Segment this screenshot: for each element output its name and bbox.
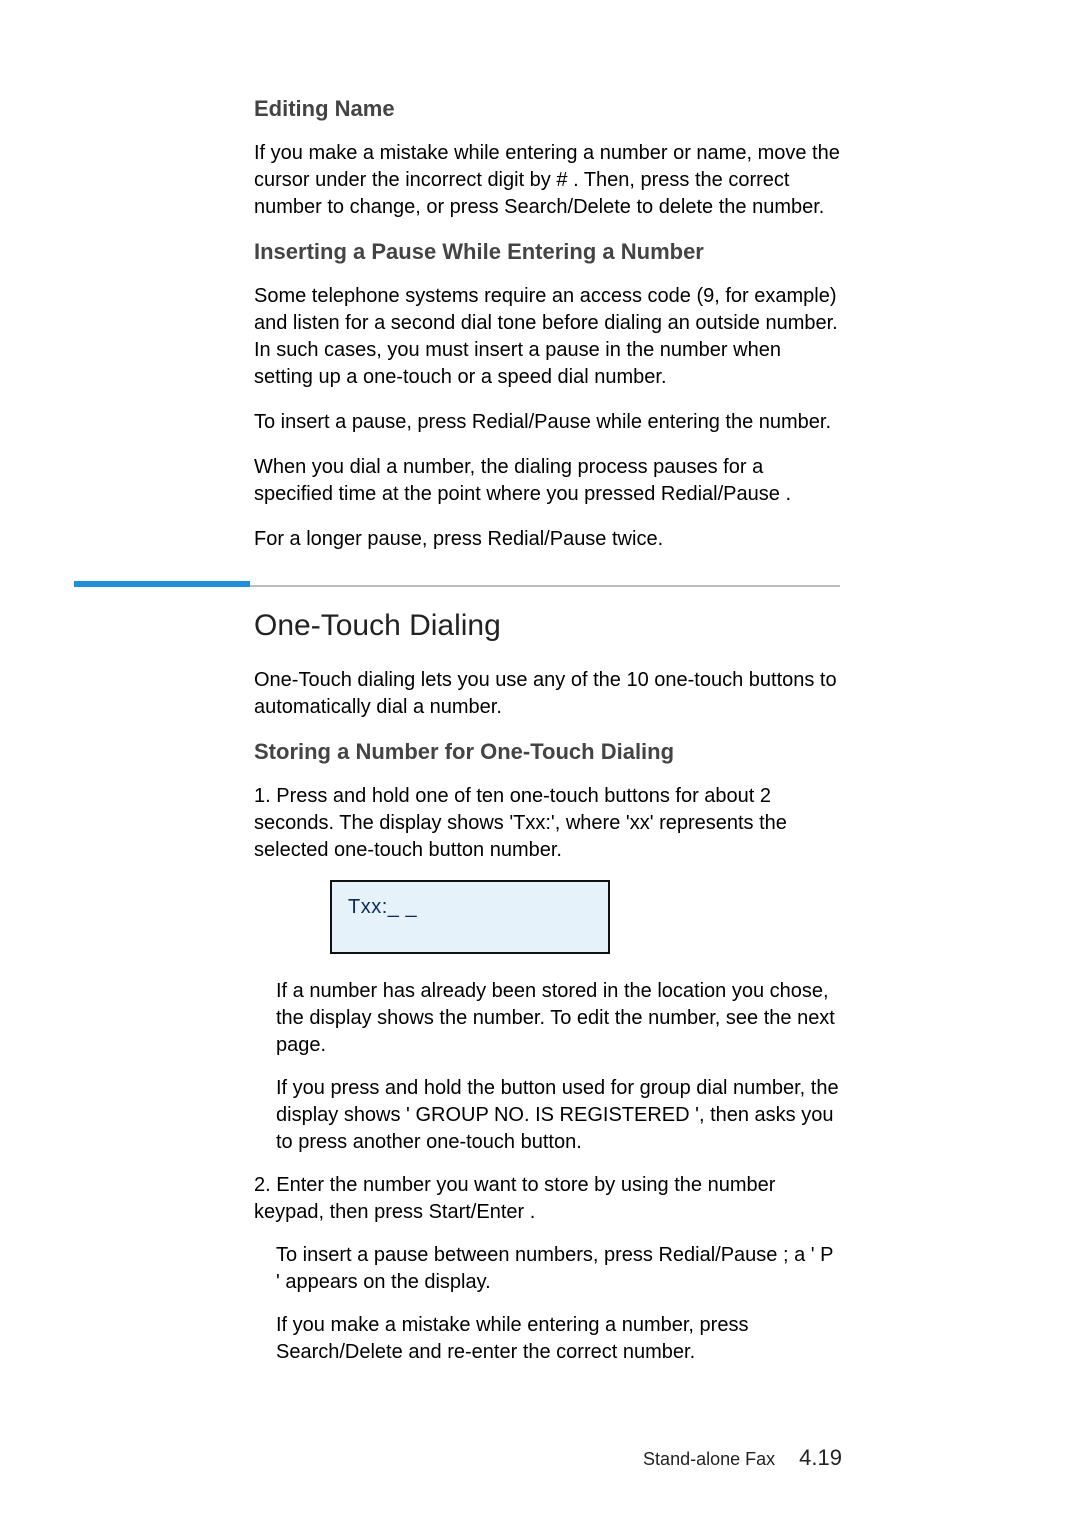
text: twice.: [612, 528, 663, 550]
key-redial-pause: Redial/Pause: [661, 483, 780, 505]
para-one-touch-intro: One-Touch dialing lets you use any of th…: [254, 667, 840, 721]
para-pause-dial: When you dial a number, the dialing proc…: [254, 454, 840, 508]
step-1-note-a: If a number has already been stored in t…: [254, 978, 840, 1059]
key-start-enter: Start/Enter: [429, 1201, 525, 1223]
page-footer: Stand-alone Fax 4.19: [643, 1445, 842, 1471]
key-search-delete: Search/Delete: [504, 196, 631, 218]
key-search-delete: Search/Delete: [276, 1341, 403, 1363]
step-2-note-b: If you make a mistake while entering a n…: [254, 1312, 840, 1366]
key-redial-pause: Redial/Pause: [472, 411, 591, 433]
heading-inserting-pause: Inserting a Pause While Entering a Numbe…: [254, 239, 840, 265]
display-char: P: [820, 1244, 833, 1266]
text: ' appears on the display.: [276, 1271, 491, 1293]
text: To insert a pause between numbers, press: [276, 1244, 658, 1266]
display-message: GROUP NO. IS REGISTERED: [415, 1104, 689, 1126]
step-1: 1. Press and hold one of ten one-touch b…: [254, 783, 840, 864]
key-redial-pause: Redial/Pause: [487, 528, 606, 550]
lcd-display: Txx:_ _: [330, 880, 610, 954]
page-number: 4.19: [799, 1445, 842, 1470]
text: ; a ': [783, 1244, 815, 1266]
para-pause-intro: Some telephone systems require an access…: [254, 283, 840, 391]
heading-storing-number: Storing a Number for One-Touch Dialing: [254, 739, 840, 765]
text: and re-enter the correct number.: [408, 1341, 695, 1363]
page: Editing Name If you make a mistake while…: [0, 0, 1080, 1523]
para-pause-longer: For a longer pause, press Redial/Pause t…: [254, 526, 840, 553]
lcd-text: Txx:_ _: [348, 896, 592, 919]
text: to delete the number.: [636, 196, 824, 218]
section-divider: [74, 581, 840, 587]
para-pause-press: To insert a pause, press Redial/Pause wh…: [254, 409, 840, 436]
text: .: [785, 483, 791, 505]
step-1-note-b: If you press and hold the button used fo…: [254, 1075, 840, 1156]
key-redial-pause: Redial/Pause: [658, 1244, 777, 1266]
heading-one-touch-dialing: One-Touch Dialing: [254, 609, 840, 643]
footer-label: Stand-alone Fax: [643, 1449, 775, 1469]
key-hash: #: [556, 169, 567, 191]
step-2: 2. Enter the number you want to store by…: [254, 1172, 840, 1226]
text: while entering the number.: [596, 411, 831, 433]
text: .: [530, 1201, 536, 1223]
text: To insert a pause, press: [254, 411, 472, 433]
divider-accent: [74, 581, 250, 587]
para-editing-name: If you make a mistake while entering a n…: [254, 140, 840, 221]
step-2-note-a: To insert a pause between numbers, press…: [254, 1242, 840, 1296]
text: If you make a mistake while entering a n…: [276, 1314, 748, 1336]
heading-editing-name: Editing Name: [254, 96, 840, 122]
text: For a longer pause, press: [254, 528, 487, 550]
